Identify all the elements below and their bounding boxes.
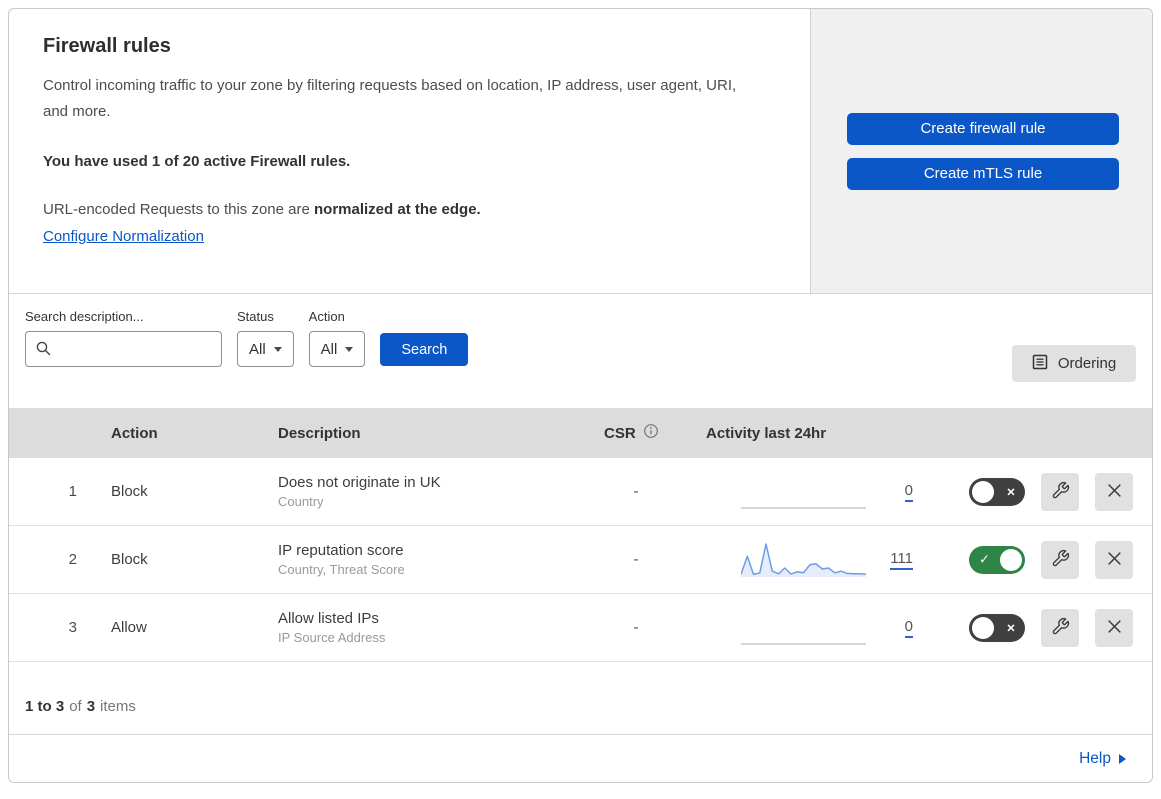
wrench-icon: [1051, 481, 1070, 503]
rule-csr: -: [633, 619, 639, 636]
action-dropdown[interactable]: All: [308, 331, 366, 367]
create-mtls-rule-button[interactable]: Create mTLS rule: [847, 157, 1119, 190]
col-activity: Activity last 24hr: [706, 424, 827, 442]
status-value: All: [249, 340, 266, 358]
rule-fields: Country: [278, 494, 324, 509]
wrench-icon: [1051, 617, 1070, 639]
header-text-block: Firewall rules Control incoming traffic …: [9, 9, 810, 293]
info-icon[interactable]: [643, 423, 659, 443]
items-word: items: [100, 698, 136, 715]
col-csr: CSR: [581, 423, 691, 443]
page-description: Control incoming traffic to your zone by…: [43, 77, 737, 121]
close-icon: [1106, 550, 1123, 570]
rule-enabled-toggle[interactable]: ✓ ×: [969, 477, 1025, 506]
items-total: 3: [86, 698, 96, 715]
filter-bar: Search description... Status All Action: [9, 294, 1152, 408]
delete-rule-button[interactable]: [1095, 608, 1133, 647]
rule-csr: -: [633, 551, 639, 568]
edit-rule-button[interactable]: [1041, 472, 1079, 511]
search-label: Search description...: [25, 309, 144, 324]
col-description: Description: [278, 424, 361, 442]
activity-count-link[interactable]: 0: [904, 482, 913, 502]
items-of: of: [69, 698, 82, 715]
x-icon: ×: [1006, 619, 1015, 636]
edit-rule-button[interactable]: [1041, 540, 1079, 579]
delete-rule-button[interactable]: [1095, 540, 1133, 579]
ordering-label: Ordering: [1057, 355, 1117, 372]
activity-sparkline: [741, 608, 866, 648]
check-icon: ✓: [979, 551, 990, 567]
action-label: Action: [308, 309, 345, 324]
help-link[interactable]: Help: [1079, 750, 1111, 768]
rule-priority: 2: [68, 551, 77, 568]
table-header: Action Description CSR Activity last 24h…: [9, 408, 1152, 458]
activity-count-link[interactable]: 111: [890, 550, 913, 570]
toggle-knob: [1000, 548, 1022, 571]
rule-enabled-toggle[interactable]: ✓ ×: [969, 545, 1025, 574]
close-icon: [1106, 618, 1123, 638]
status-dropdown[interactable]: All: [237, 331, 294, 367]
chevron-down-icon: [345, 346, 354, 352]
rule-description: Allow listed IPs: [278, 610, 379, 627]
normalization-prefix: URL-encoded Requests to this zone are: [43, 200, 314, 218]
rule-fields: IP Source Address: [278, 630, 386, 645]
normalization-bold: normalized at the edge.: [314, 200, 481, 218]
rule-priority: 1: [68, 483, 77, 500]
page-title: Firewall rules: [43, 35, 171, 57]
edit-rule-button[interactable]: [1041, 608, 1079, 647]
items-range: 1 to 3: [25, 698, 65, 715]
rule-csr: -: [633, 483, 639, 500]
rule-description: IP reputation score: [278, 542, 404, 559]
activity-sparkline: [741, 472, 866, 512]
usage-note: You have used 1 of 20 active Firewall ru…: [43, 152, 351, 170]
ordering-icon: [1032, 354, 1048, 374]
toggle-knob: [972, 616, 994, 639]
csr-header-label: CSR: [604, 424, 636, 442]
activity-sparkline: [740, 540, 867, 580]
delete-rule-button[interactable]: [1095, 472, 1133, 511]
chevron-down-icon: [273, 346, 282, 352]
table-row: 2 Block IP reputation score Country, Thr…: [9, 526, 1152, 594]
x-icon: ×: [1006, 483, 1015, 500]
rule-priority: 3: [68, 619, 77, 636]
action-value: All: [320, 340, 338, 358]
close-icon: [1106, 482, 1123, 502]
table-row: 1 Block Does not originate in UK Country…: [9, 458, 1152, 526]
activity-count-link[interactable]: 0: [904, 618, 913, 638]
status-label: Status: [237, 309, 274, 324]
configure-normalization-link[interactable]: Configure Normalization: [43, 228, 204, 245]
create-firewall-rule-button[interactable]: Create firewall rule: [847, 112, 1119, 145]
toggle-knob: [972, 480, 994, 503]
header-section: Firewall rules Control incoming traffic …: [9, 9, 1152, 294]
rule-enabled-toggle[interactable]: ✓ ×: [969, 613, 1025, 642]
help-section: Help: [9, 734, 1152, 782]
search-description-input[interactable]: [25, 331, 222, 367]
rule-action: Block: [111, 483, 148, 500]
ordering-button[interactable]: Ordering: [1012, 345, 1136, 382]
col-action: Action: [111, 424, 158, 442]
rule-action: Block: [111, 551, 148, 568]
table-row: 3 Allow Allow listed IPs IP Source Addre…: [9, 594, 1152, 662]
pagination-summary: 1 to 3 of 3 items: [9, 662, 1152, 734]
triangle-right-icon: [1119, 753, 1126, 764]
search-icon: [35, 340, 52, 362]
firewall-rules-card: Firewall rules Control incoming traffic …: [8, 8, 1153, 783]
normalization-note: URL-encoded Requests to this zone are no…: [43, 198, 770, 222]
wrench-icon: [1051, 549, 1070, 571]
search-button[interactable]: Search: [380, 333, 469, 366]
rule-action: Allow: [111, 619, 147, 636]
rule-description: Does not originate in UK: [278, 474, 441, 491]
actions-panel: Create firewall rule Create mTLS rule: [810, 9, 1152, 293]
rule-fields: Country, Threat Score: [278, 562, 405, 577]
